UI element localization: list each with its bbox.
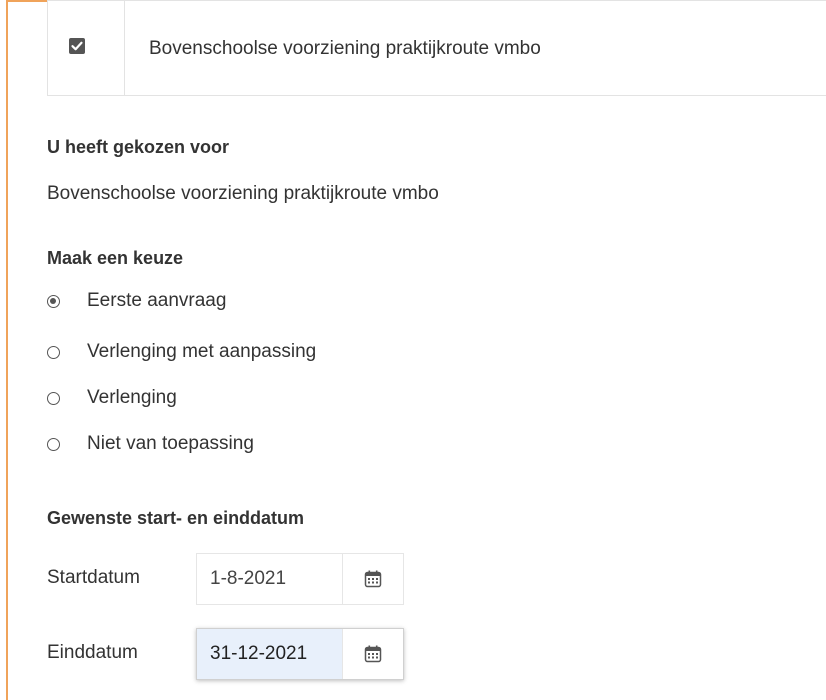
start-date-label: Startdatum [47, 567, 140, 588]
radio-button-checked[interactable] [47, 294, 60, 308]
radio-option-niet-van-toepassing[interactable]: Niet van toepassing [47, 431, 254, 457]
dates-heading: Gewenste start- en einddatum [47, 508, 305, 528]
radio-option-verlenging[interactable]: Verlenging [47, 385, 177, 411]
radio-label: Verlenging [87, 387, 177, 408]
calendar-icon [364, 645, 382, 663]
radio-label: Niet van toepassing [87, 433, 254, 454]
end-date-label: Einddatum [47, 642, 138, 663]
radio-button[interactable] [47, 391, 60, 405]
option-divider [124, 1, 125, 95]
end-date-input[interactable]: 31-12-2021 [197, 629, 343, 679]
start-date-field[interactable]: 1-8-2021 [196, 553, 404, 605]
end-date-calendar-button[interactable] [342, 629, 403, 679]
calendar-icon [364, 570, 382, 588]
radio-button[interactable] [47, 345, 60, 359]
radio-label: Eerste aanvraag [87, 290, 227, 311]
radio-option-verlenging-met-aanpassing[interactable]: Verlenging met aanpassing [47, 339, 316, 365]
chosen-value: Bovenschoolse voorziening praktijkroute … [47, 183, 439, 204]
start-date-input[interactable]: 1-8-2021 [197, 554, 342, 604]
option-label: Bovenschoolse voorziening praktijkroute … [149, 38, 541, 59]
radio-label: Verlenging met aanpassing [87, 341, 317, 362]
choice-heading: Maak een keuze [47, 248, 184, 268]
radio-button[interactable] [47, 437, 60, 451]
option-row[interactable]: Bovenschoolse voorziening praktijkroute … [47, 0, 826, 96]
end-date-field[interactable]: 31-12-2021 [196, 628, 404, 680]
checkmark-icon [71, 41, 83, 51]
chosen-heading: U heeft gekozen voor [47, 137, 230, 157]
radio-option-eerste-aanvraag[interactable]: Eerste aanvraag [47, 288, 226, 314]
start-date-calendar-button[interactable] [342, 554, 403, 604]
option-checkbox[interactable] [69, 38, 85, 54]
